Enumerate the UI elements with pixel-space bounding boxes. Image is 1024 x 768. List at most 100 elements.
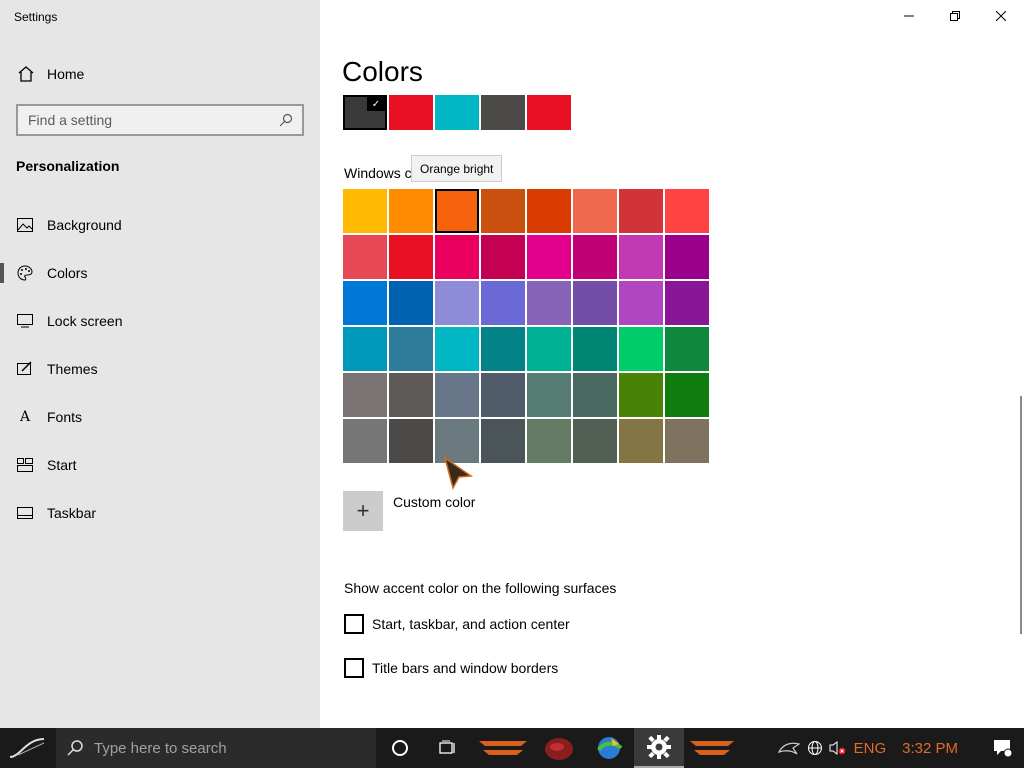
color-swatch[interactable] [481, 235, 525, 279]
color-swatch[interactable] [435, 373, 479, 417]
color-swatch[interactable] [619, 189, 663, 233]
action-center-button[interactable] [982, 728, 1024, 768]
color-swatch[interactable] [481, 373, 525, 417]
color-swatch[interactable] [527, 189, 571, 233]
color-swatch[interactable] [573, 235, 617, 279]
color-swatch[interactable] [389, 373, 433, 417]
color-swatch[interactable] [665, 373, 709, 417]
scrollbar[interactable] [1020, 396, 1022, 634]
color-swatch[interactable] [619, 235, 663, 279]
sidebar-item-lock-screen[interactable]: Lock screen [0, 301, 320, 341]
network-button[interactable] [804, 728, 826, 768]
color-swatch[interactable] [481, 419, 525, 463]
page-title: Colors [342, 56, 423, 87]
app-stripes-icon [479, 741, 527, 755]
color-swatch[interactable] [665, 189, 709, 233]
color-swatch[interactable] [481, 189, 525, 233]
color-swatch[interactable] [481, 327, 525, 371]
color-swatch[interactable] [343, 189, 387, 233]
color-swatch[interactable] [619, 327, 663, 371]
color-swatch[interactable] [435, 281, 479, 325]
color-swatch[interactable] [389, 235, 433, 279]
color-swatch[interactable] [573, 419, 617, 463]
sidebar-item-taskbar[interactable]: Taskbar [0, 493, 320, 533]
color-swatch[interactable] [665, 327, 709, 371]
rog-tray-button[interactable] [774, 728, 804, 768]
home-nav-item[interactable]: Home [16, 62, 84, 86]
sidebar-item-colors[interactable]: Colors [0, 253, 320, 293]
color-swatch[interactable] [343, 419, 387, 463]
title-bars-checkbox[interactable] [344, 658, 364, 678]
color-swatch[interactable] [665, 419, 709, 463]
taskbar-app-1[interactable] [472, 728, 534, 768]
color-swatch[interactable] [573, 189, 617, 233]
language-indicator[interactable]: ENG [854, 740, 887, 757]
search-icon [67, 740, 83, 756]
color-swatch[interactable] [343, 327, 387, 371]
color-swatch[interactable] [573, 281, 617, 325]
recent-color-swatch[interactable] [435, 95, 479, 130]
clock[interactable]: 3:32 PM [902, 740, 958, 757]
color-swatch[interactable] [573, 327, 617, 371]
color-swatch[interactable] [527, 327, 571, 371]
lock-screen-icon [16, 312, 34, 330]
minimize-button[interactable] [886, 0, 932, 32]
sidebar: Settings Home Personalization Background… [0, 0, 320, 728]
recent-color-swatch[interactable] [389, 95, 433, 130]
windows-colors-grid [343, 189, 709, 463]
taskbar-search[interactable] [56, 728, 376, 768]
close-button[interactable] [978, 0, 1024, 32]
color-swatch[interactable] [665, 281, 709, 325]
sidebar-item-fonts[interactable]: A Fonts [0, 397, 320, 437]
gear-icon [647, 735, 671, 759]
color-swatch[interactable] [619, 281, 663, 325]
color-swatch[interactable] [389, 281, 433, 325]
cortana-button[interactable] [376, 728, 424, 768]
sidebar-item-start[interactable]: Start [0, 445, 320, 485]
color-swatch[interactable] [343, 235, 387, 279]
color-swatch[interactable] [481, 281, 525, 325]
color-swatch[interactable] [527, 281, 571, 325]
picture-icon [16, 216, 34, 234]
sidebar-item-label: Fonts [47, 409, 83, 425]
find-setting-input[interactable] [28, 112, 278, 128]
task-view-button[interactable] [424, 728, 472, 768]
custom-color-button[interactable]: + Custom color [343, 491, 475, 531]
color-swatch[interactable] [527, 235, 571, 279]
start-taskbar-checkbox-row[interactable]: Start, taskbar, and action center [344, 614, 570, 634]
sidebar-item-themes[interactable]: Themes [0, 349, 320, 389]
color-swatch[interactable] [573, 373, 617, 417]
sidebar-item-background[interactable]: Background [0, 205, 320, 245]
color-swatch[interactable] [435, 235, 479, 279]
recent-color-swatch[interactable] [481, 95, 525, 130]
windows-colors-label: Windows c [344, 165, 412, 181]
taskbar-settings-app[interactable] [634, 728, 684, 768]
taskbar-app-5[interactable] [684, 728, 740, 768]
start-button[interactable] [0, 728, 56, 768]
color-swatch[interactable] [435, 327, 479, 371]
color-swatch[interactable] [527, 373, 571, 417]
color-swatch[interactable] [343, 281, 387, 325]
color-swatch[interactable] [389, 189, 433, 233]
color-swatch[interactable] [619, 419, 663, 463]
color-swatch[interactable] [665, 235, 709, 279]
taskbar-app-3[interactable] [584, 728, 634, 768]
rog-helmet-icon [545, 738, 573, 760]
start-taskbar-checkbox[interactable] [344, 614, 364, 634]
color-swatch[interactable] [389, 327, 433, 371]
volume-button[interactable] [826, 728, 848, 768]
color-swatch[interactable] [343, 373, 387, 417]
color-swatch[interactable] [527, 419, 571, 463]
color-swatch[interactable] [619, 373, 663, 417]
restore-button[interactable] [932, 0, 978, 32]
find-setting-search[interactable] [16, 104, 304, 136]
recent-color-swatch[interactable] [527, 95, 571, 130]
search-icon[interactable] [278, 112, 294, 128]
taskbar-app-2[interactable] [534, 728, 584, 768]
title-bars-checkbox-row[interactable]: Title bars and window borders [344, 658, 558, 678]
color-swatch[interactable] [435, 189, 479, 233]
taskbar-search-input[interactable] [94, 739, 334, 757]
recent-colors: ✓ [343, 95, 571, 130]
recent-color-swatch[interactable]: ✓ [343, 95, 387, 130]
color-swatch[interactable] [389, 419, 433, 463]
